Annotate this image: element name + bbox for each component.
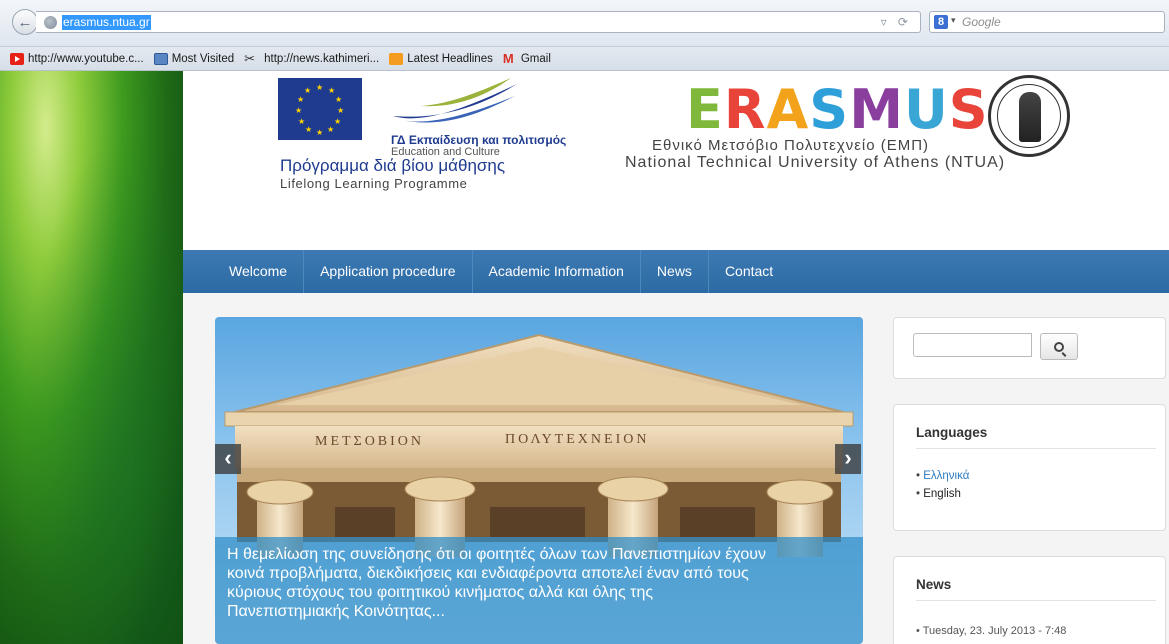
ntua-seal-logo [988, 75, 1070, 157]
search-module [893, 317, 1166, 379]
erasmus-letter: R [723, 78, 767, 141]
bookmark-latest-headlines[interactable]: Latest Headlines [389, 52, 493, 65]
erasmus-letter: M [849, 78, 904, 141]
site-search-button[interactable] [1040, 333, 1078, 360]
bookmark-label: Latest Headlines [407, 52, 493, 65]
image-slider[interactable]: ΜΕΤΣΟΒΙΟΝ ΠΟΛΥΤΕΧΝΕΙΟΝ ‹ › Η θεμελίωση τ… [215, 317, 863, 644]
chevron-left-icon: ‹ [224, 445, 232, 470]
temple-inscription-left: ΜΕΤΣΟΒΙΟΝ [315, 434, 424, 449]
bookmark-youtube[interactable]: http://www.youtube.c... [10, 52, 144, 65]
bookmark-label: Gmail [520, 52, 551, 65]
erasmus-letter: U [903, 78, 949, 141]
search-engine-placeholder[interactable]: Google [962, 15, 1001, 29]
erasmus-logo-letters: ERASMUS [686, 83, 989, 137]
dropdown-arrow-icon[interactable]: ▾ [951, 15, 956, 26]
youtube-icon [10, 52, 24, 65]
bookmark-label: http://news.kathimeri... [264, 52, 380, 65]
slide-caption[interactable]: Η θεμελίωση της συνείδησης ότι οι φοιτητ… [215, 537, 863, 644]
nav-welcome[interactable]: Welcome [183, 250, 305, 293]
url-text[interactable]: erasmus.ntua.gr [62, 15, 151, 30]
eu-dg-title: ΓΔ Εκπαίδευση και πολιτισμός [391, 133, 567, 147]
language-current: English [923, 488, 961, 500]
language-link[interactable]: Ελληνικά [923, 470, 969, 482]
caption-line: Η θεμελίωση της συνείδησης ότι οι φοιτητ… [227, 546, 767, 563]
kathimerini-icon: ✂ [244, 50, 256, 66]
ntua-greek-name: Εθνικό Μετσόβιο Πολυτεχνείο (ΕΜΠ) [652, 137, 930, 154]
browser-toolbar: ← erasmus.ntua.gr ▿ ⟳ 8 ▾ Google [0, 0, 1169, 47]
chevron-right-icon: › [844, 445, 852, 470]
erasmus-letter: S [809, 78, 850, 141]
erasmus-logo: ERASMUS [686, 83, 989, 137]
llp-greek-title: Πρόγραμμα διά βίου μάθησης [280, 156, 506, 175]
news-title: News [916, 577, 952, 592]
caption-line: κοινά προβλήματα, διεκδικήσεις και ενδια… [227, 565, 749, 582]
seal-figure-icon [1019, 92, 1041, 142]
reload-icon[interactable]: ▿ ⟳ [881, 15, 912, 29]
divider [916, 448, 1156, 449]
most-visited-icon [153, 52, 168, 65]
search-engine-box[interactable]: 8 ▾ Google [929, 11, 1165, 33]
site-header: ★ ★ ★ ★ ★ ★ ★ ★ ★ ★ ★ ★ ΓΔ Εκπαίδευση κα… [183, 71, 1169, 250]
news-module: News Tuesday, 23. July 2013 - 7:48 [893, 556, 1166, 644]
language-item-greek[interactable]: Ελληνικά [916, 467, 969, 485]
site-identity-icon[interactable] [44, 16, 57, 29]
erasmus-letter: A [766, 78, 810, 141]
bookmark-kathimerini[interactable]: ✂ http://news.kathimeri... [244, 50, 380, 66]
bookmark-most-visited[interactable]: Most Visited [153, 52, 235, 65]
caption-line: κύριους στόχους του φοιτητικού κινήματος… [227, 584, 654, 601]
languages-module: Languages Ελληνικά English [893, 404, 1166, 531]
languages-title: Languages [916, 425, 988, 440]
language-item-english: English [916, 485, 969, 503]
rss-icon [389, 52, 404, 65]
back-arrow-icon: ← [17, 13, 33, 31]
education-culture-swoosh-logo [393, 78, 517, 123]
nav-contact[interactable]: Contact [709, 250, 789, 293]
search-icon [1054, 341, 1064, 352]
main-navigation: Welcome Application procedure Academic I… [183, 250, 1169, 293]
bookmarks-toolbar: http://www.youtube.c... Most Visited ✂ h… [0, 47, 1169, 71]
news-date[interactable]: Tuesday, 23. July 2013 - 7:48 [923, 625, 1067, 637]
bookmark-label: Most Visited [171, 52, 235, 65]
back-button[interactable]: ← [12, 9, 38, 35]
ntua-english-name: National Technical University of Athens … [625, 154, 1006, 171]
bookmark-label: http://www.youtube.c... [28, 52, 144, 65]
caption-line: Πανεπιστημιακής Κοινότητας... [227, 603, 445, 620]
news-item[interactable]: Tuesday, 23. July 2013 - 7:48 [916, 623, 1067, 640]
browser-window: ← erasmus.ntua.gr ▿ ⟳ 8 ▾ Google http://… [0, 0, 1169, 644]
gmail-icon: M [502, 50, 514, 66]
slider-next-button[interactable]: › [835, 444, 861, 474]
eu-flag-logo: ★ ★ ★ ★ ★ ★ ★ ★ ★ ★ ★ ★ [278, 78, 362, 140]
erasmus-letter: S [948, 78, 989, 141]
site-search-input[interactable] [913, 333, 1032, 357]
address-bar[interactable]: erasmus.ntua.gr ▿ ⟳ [36, 11, 921, 33]
llp-english-title: Lifelong Learning Programme [280, 176, 468, 191]
news-list: Tuesday, 23. July 2013 - 7:48 [916, 623, 1067, 640]
google-plus-icon[interactable]: 8 [934, 15, 948, 29]
languages-list: Ελληνικά English [916, 467, 969, 503]
temple-inscription-right: ΠΟΛΥΤΕΧΝΕΙΟΝ [505, 432, 649, 447]
divider [916, 600, 1156, 601]
nav-application-procedure[interactable]: Application procedure [304, 250, 473, 293]
decorative-background [0, 71, 183, 644]
slider-prev-button[interactable]: ‹ [215, 444, 241, 474]
erasmus-letter: E [686, 78, 724, 141]
bookmark-gmail[interactable]: M Gmail [502, 50, 551, 66]
nav-academic-information[interactable]: Academic Information [473, 250, 641, 293]
nav-news[interactable]: News [641, 250, 709, 293]
